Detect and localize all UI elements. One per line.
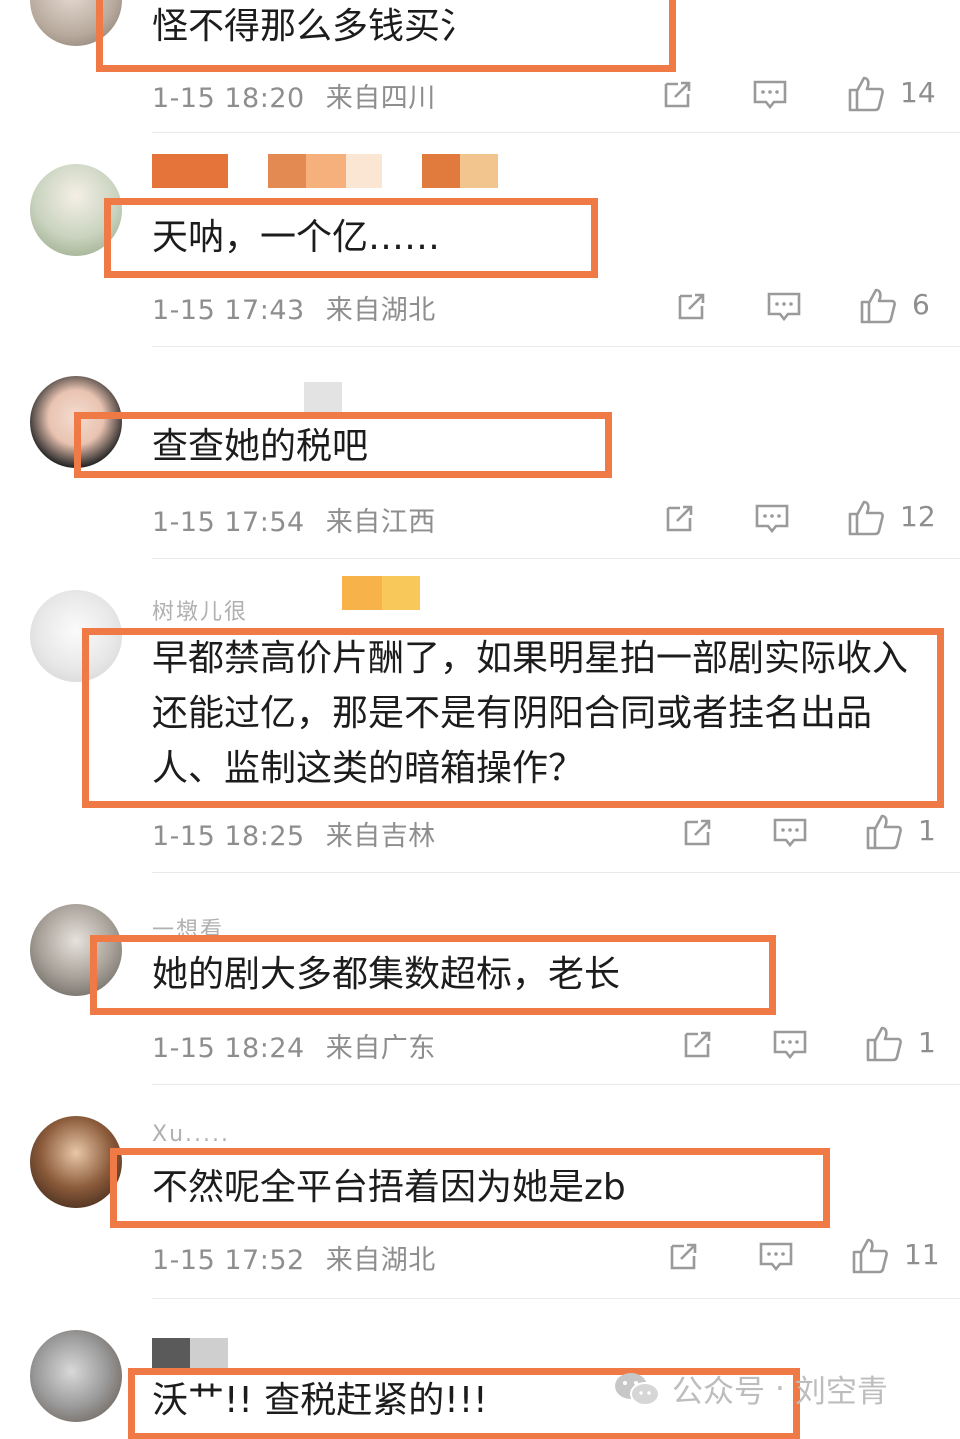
like-icon[interactable] xyxy=(846,498,886,538)
comment-text-line: 早都禁高价片酬了，如果明星拍一部剧实际收入 xyxy=(152,638,909,679)
comment-location: 来自四川 xyxy=(325,83,436,114)
like-icon[interactable] xyxy=(850,1236,890,1276)
comment-text: 她的剧大多都集数超标，老长 xyxy=(152,954,621,995)
comment-icon[interactable] xyxy=(772,814,808,850)
comment-time: 1-15 17:43 xyxy=(152,295,305,326)
share-icon[interactable] xyxy=(660,76,696,112)
comment-text: 怪不得那么多钱买氵 xyxy=(152,6,477,47)
watermark-label: 公众号 xyxy=(672,1374,765,1410)
divider xyxy=(152,1084,960,1085)
comment-text: 查查她的税吧 xyxy=(152,426,369,467)
watermark-dot: · xyxy=(775,1370,785,1407)
like-icon[interactable] xyxy=(858,286,898,326)
comment-time: 1-15 18:24 xyxy=(152,1033,305,1064)
comment-text-line: 人、监制这类的暗箱操作？ xyxy=(152,748,585,789)
like-count: 1 xyxy=(918,814,936,847)
avatar[interactable] xyxy=(30,1330,122,1422)
like-count: 11 xyxy=(904,1238,940,1271)
comment-meta: 1-15 18:25 来自吉林 xyxy=(152,814,436,853)
comment-location: 来自吉林 xyxy=(325,821,436,852)
comment-text: 沃艹!! 查税赶紧的!!! xyxy=(152,1380,488,1421)
comment-text-line: 还能过亿，那是不是有阴阳合同或者挂名出品 xyxy=(152,693,873,734)
share-icon[interactable] xyxy=(680,1026,716,1062)
comment-meta: 1-15 17:54 来自江西 xyxy=(152,500,436,539)
share-icon[interactable] xyxy=(680,814,716,850)
like-icon[interactable] xyxy=(846,74,886,114)
comment-time: 1-15 18:20 xyxy=(152,83,305,114)
divider xyxy=(152,558,960,559)
comment-meta: 1-15 18:20 来自四川 xyxy=(152,76,436,115)
comment-meta: 1-15 17:43 来自湖北 xyxy=(152,288,436,327)
like-icon[interactable] xyxy=(864,1024,904,1064)
username-redacted xyxy=(152,154,498,188)
comment-location: 来自湖北 xyxy=(325,1245,436,1276)
watermark-author: 刘空青 xyxy=(794,1374,888,1410)
comment-icon[interactable] xyxy=(752,76,788,112)
avatar[interactable] xyxy=(30,1116,122,1208)
like-count: 1 xyxy=(918,1026,936,1059)
like-count: 12 xyxy=(900,500,936,533)
comment-location: 来自湖北 xyxy=(325,295,436,326)
wechat-icon xyxy=(615,1372,660,1406)
username-redacted xyxy=(152,1338,228,1372)
comment-meta: 1-15 17:52 来自湖北 xyxy=(152,1238,436,1277)
comment-icon[interactable] xyxy=(772,1026,808,1062)
comment-location: 来自广东 xyxy=(325,1033,436,1064)
share-icon[interactable] xyxy=(674,288,710,324)
comment-location: 来自江西 xyxy=(325,507,436,538)
share-icon[interactable] xyxy=(666,1238,702,1274)
comment-text: 不然呢全平台捂着因为她是zb xyxy=(152,1167,626,1208)
like-count: 14 xyxy=(900,76,936,109)
comment-time: 1-15 17:54 xyxy=(152,507,305,538)
share-icon[interactable] xyxy=(662,500,698,536)
comment-meta: 1-15 18:24 来自广东 xyxy=(152,1026,436,1065)
divider xyxy=(152,132,960,133)
comment-icon[interactable] xyxy=(766,288,802,324)
comment-icon[interactable] xyxy=(754,500,790,536)
username-redacted xyxy=(152,576,420,610)
divider xyxy=(152,346,960,347)
like-count: 6 xyxy=(912,288,930,321)
username-redacted xyxy=(152,382,342,416)
divider xyxy=(152,872,960,873)
comment-time: 1-15 17:52 xyxy=(152,1245,305,1276)
comment-text: 天呐，一个亿…… xyxy=(152,217,441,258)
comment-icon[interactable] xyxy=(758,1238,794,1274)
like-icon[interactable] xyxy=(864,812,904,852)
divider xyxy=(152,1298,960,1299)
comment-time: 1-15 18:25 xyxy=(152,821,305,852)
watermark: 公众号 · 刘空青 xyxy=(612,1366,888,1411)
